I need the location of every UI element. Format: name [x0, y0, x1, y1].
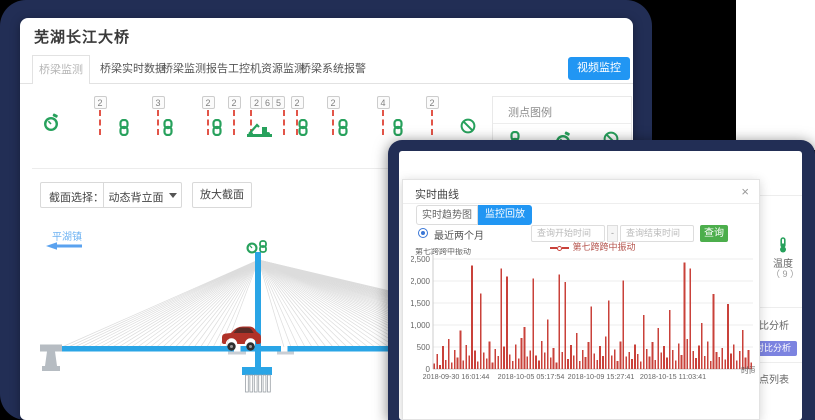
- sensor-badge[interactable]: 4: [377, 96, 390, 109]
- sensor-badge[interactable]: 3: [152, 96, 165, 109]
- svg-text:2018-10-15 11:03:41: 2018-10-15 11:03:41: [640, 372, 706, 381]
- red-dashed-line: [431, 110, 433, 135]
- no-entry-icon[interactable]: [460, 118, 476, 139]
- chain-icon[interactable]: [392, 119, 404, 141]
- gauge-icon[interactable]: [43, 113, 60, 137]
- dialog-header: 实时曲线 ×: [403, 180, 759, 204]
- sensor-badge[interactable]: 2: [327, 96, 340, 109]
- red-dashed-line: [157, 110, 159, 135]
- red-dashed-line: [99, 110, 101, 135]
- section-select-label: 截面选择：: [49, 189, 104, 205]
- tab-realtime-data[interactable]: 桥梁实时数据: [100, 55, 166, 84]
- svg-text:2018-10-09 15:27:41: 2018-10-09 15:27:41: [568, 372, 635, 381]
- tab-monitor-playback[interactable]: 监控回放: [478, 205, 532, 225]
- section-select-control: 截面选择： 动态背立面: [40, 182, 182, 208]
- tab-monitor-report[interactable]: 桥梁监测报告: [162, 55, 228, 84]
- background-window: [736, 0, 815, 150]
- sensor-badge[interactable]: 2: [94, 96, 107, 109]
- recent-two-months-radio[interactable]: [418, 228, 428, 238]
- svg-text:1,500: 1,500: [411, 299, 431, 308]
- red-dashed-line: [332, 110, 334, 135]
- svg-text:1,000: 1,000: [411, 321, 431, 330]
- svg-text:500: 500: [417, 343, 431, 352]
- sensor-badge[interactable]: 2: [202, 96, 215, 109]
- sensor-badge[interactable]: 2: [228, 96, 241, 109]
- legend-panel-title: 测点图例: [508, 104, 552, 120]
- red-dashed-line: [233, 110, 235, 135]
- section-select-dropdown[interactable]: 动态背立面: [107, 189, 165, 205]
- svg-text:2018-09-30 16:01:44: 2018-09-30 16:01:44: [423, 372, 490, 381]
- dialog-title: 实时曲线: [415, 186, 459, 202]
- zoom-section-button[interactable]: 放大截面: [192, 182, 252, 208]
- red-dashed-line: [283, 110, 285, 135]
- bearing-icon[interactable]: [246, 121, 273, 143]
- tab-bridge-monitor[interactable]: 桥梁监测: [32, 55, 90, 84]
- chain-icon[interactable]: [118, 119, 130, 141]
- thermometer-icon: [778, 237, 788, 253]
- tab-system-alarm[interactable]: 桥梁系统报警: [300, 55, 366, 84]
- tab-realtime-trend[interactable]: 实时趋势图: [416, 205, 478, 225]
- svg-text:2,000: 2,000: [411, 277, 431, 286]
- page-title: 芜湖长江大桥: [34, 26, 130, 47]
- sensor-badge[interactable]: 2: [291, 96, 304, 109]
- main-tabbar: 桥梁监测 桥梁实时数据 桥梁监测报告 工控机资源监测 桥梁系统报警: [20, 55, 633, 84]
- popup-page: 温度 （ 9 ） 对比分析 对比分析 测点列表 实时曲线 × 实时趋势图 监控回…: [399, 151, 802, 420]
- chain-icon[interactable]: [211, 119, 223, 141]
- close-icon[interactable]: ×: [741, 184, 749, 199]
- tab-ipc-resource[interactable]: 工控机资源监测: [228, 55, 305, 84]
- temperature-count: （ 9 ）: [771, 267, 799, 280]
- screenshot-stage: 芜湖长江大桥 桥梁监测 桥梁实时数据 桥梁监测报告 工控机资源监测 桥梁系统报警…: [0, 0, 815, 420]
- chain-icon[interactable]: [337, 119, 349, 141]
- chain-icon[interactable]: [297, 119, 309, 141]
- red-dashed-line: [207, 110, 209, 135]
- left-arrow-icon: [46, 242, 57, 250]
- sensor-badge[interactable]: 5: [272, 96, 285, 109]
- chevron-down-icon[interactable]: [169, 193, 177, 198]
- direction-label: 平湖镇: [52, 230, 82, 243]
- divider: [103, 183, 104, 207]
- chain-icon[interactable]: [162, 119, 174, 141]
- divider: [493, 123, 631, 124]
- svg-text:2,500: 2,500: [411, 255, 431, 264]
- video-monitor-button[interactable]: 视频监控: [568, 57, 630, 80]
- realtime-curve-dialog: 实时曲线 × 实时趋势图 监控回放 最近两个月 查询开始时间 - 查询结束时间 …: [402, 179, 760, 420]
- red-dashed-line: [382, 110, 384, 135]
- vibration-chart: 第七跨跨中振动2,5002,0001,5001,00050002018-09-3…: [411, 248, 755, 388]
- popup-window-frame: 温度 （ 9 ） 对比分析 对比分析 测点列表 实时曲线 × 实时趋势图 监控回…: [388, 140, 815, 420]
- sensor-badge[interactable]: 2: [426, 96, 439, 109]
- svg-text:2018-10-05 05:17:54: 2018-10-05 05:17:54: [498, 372, 565, 381]
- svg-text:时间: 时间: [741, 365, 755, 375]
